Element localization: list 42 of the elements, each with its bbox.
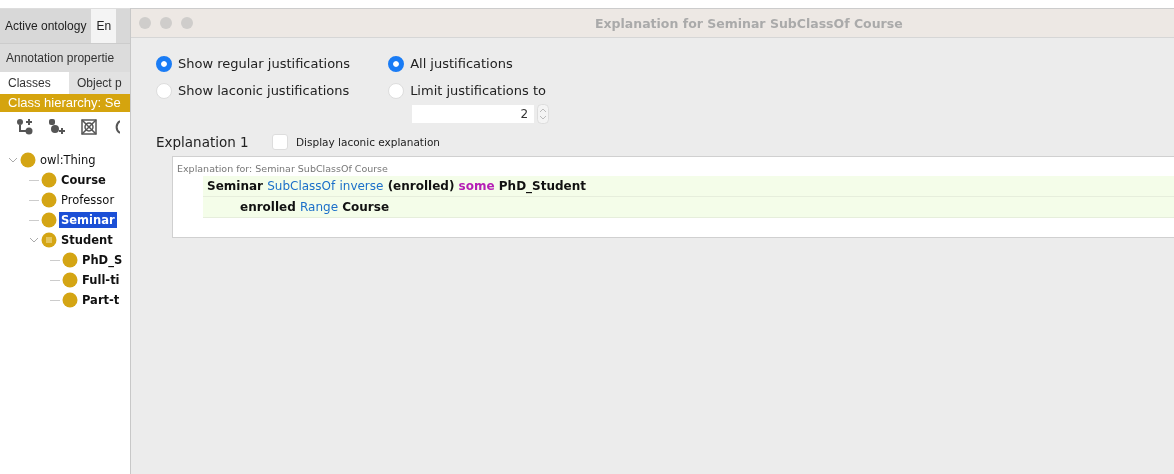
zoom-button[interactable] xyxy=(181,17,193,29)
tree-item[interactable]: PhD_S xyxy=(80,252,125,268)
explanation-caption: Explanation for: Seminar SubClassOf Course xyxy=(177,162,389,176)
add-sibling-icon[interactable] xyxy=(48,118,66,136)
number-field[interactable]: 2 xyxy=(412,105,535,123)
tree-item[interactable]: Part-t xyxy=(80,292,122,308)
minimize-button[interactable] xyxy=(160,17,172,29)
window-title: Explanation for Seminar SubClassOf Course xyxy=(595,15,903,31)
radio-label[interactable]: Show regular justifications xyxy=(178,56,351,71)
tab[interactable]: En xyxy=(91,9,117,43)
checkbox[interactable] xyxy=(272,134,288,150)
class-icon xyxy=(62,292,78,308)
class-icon xyxy=(62,272,78,288)
class-icon xyxy=(41,172,57,188)
axiom-row[interactable]: Seminar SubClassOf inverse (enrolled) some PhD_Student xyxy=(203,176,1174,197)
radio-button[interactable] xyxy=(388,55,405,72)
checkbox-label[interactable]: Display laconic explanation xyxy=(296,136,440,148)
stepper-icon[interactable] xyxy=(537,104,550,124)
collapse-icon[interactable] xyxy=(8,155,18,165)
axiom-row[interactable]: enrolled Range Course xyxy=(203,197,1174,218)
class-icon xyxy=(62,252,78,268)
class-icon xyxy=(20,152,36,168)
radio-button[interactable] xyxy=(156,55,172,72)
tab[interactable]: Classes xyxy=(0,72,69,94)
radio-label[interactable]: All justifications xyxy=(410,56,513,71)
defined-class-icon xyxy=(41,232,57,248)
tree-item[interactable]: Student xyxy=(59,232,115,248)
delete-icon[interactable] xyxy=(80,118,98,136)
tab[interactable]: Object p xyxy=(69,72,127,94)
tree-item[interactable]: Course xyxy=(59,172,108,188)
collapse-icon[interactable] xyxy=(29,235,39,245)
tree-item[interactable]: owl:Thing xyxy=(38,152,98,168)
tree-item[interactable]: Full-ti xyxy=(80,272,122,288)
explanation-heading: Explanation 1 xyxy=(156,134,250,150)
class-icon xyxy=(41,212,57,228)
tree-item[interactable]: Seminar xyxy=(59,212,117,228)
radio-label[interactable]: Limit justifications to xyxy=(410,83,546,98)
close-button[interactable] xyxy=(139,17,151,29)
add-subclass-icon[interactable] xyxy=(16,118,34,136)
tree-item[interactable]: Professor xyxy=(59,192,117,208)
class-icon xyxy=(41,192,57,208)
tab[interactable]: Active ontology xyxy=(0,9,92,43)
